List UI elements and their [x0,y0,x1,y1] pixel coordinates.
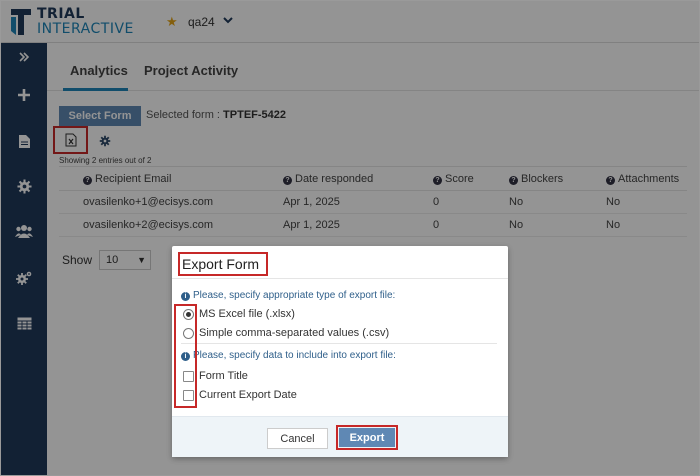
option-csv-label[interactable]: Simple comma-separated values (.csv) [199,327,389,339]
app-window: TRIAL INTERACTIVE ★ qa24 Analytics Proje… [0,0,700,476]
option-form-title-label[interactable]: Form Title [199,370,248,382]
divider [172,278,508,279]
export-type-hint: i Please, specify appropriate type of exp… [181,290,395,301]
option-export-date-label[interactable]: Current Export Date [199,389,297,401]
info-icon: i [181,292,190,301]
export-form-dialog: Export Form i Please, specify appropriate… [172,246,508,457]
cancel-button[interactable]: Cancel [267,428,328,449]
option-xlsx-label[interactable]: MS Excel file (.xlsx) [199,308,295,320]
export-data-hint: i Please, specify data to include into ex… [181,350,396,361]
options-highlight [174,304,197,408]
dialog-title: Export Form [182,256,260,272]
dialog-footer: Cancel Export [172,416,508,457]
export-button[interactable]: Export [339,428,395,447]
divider [181,343,497,344]
